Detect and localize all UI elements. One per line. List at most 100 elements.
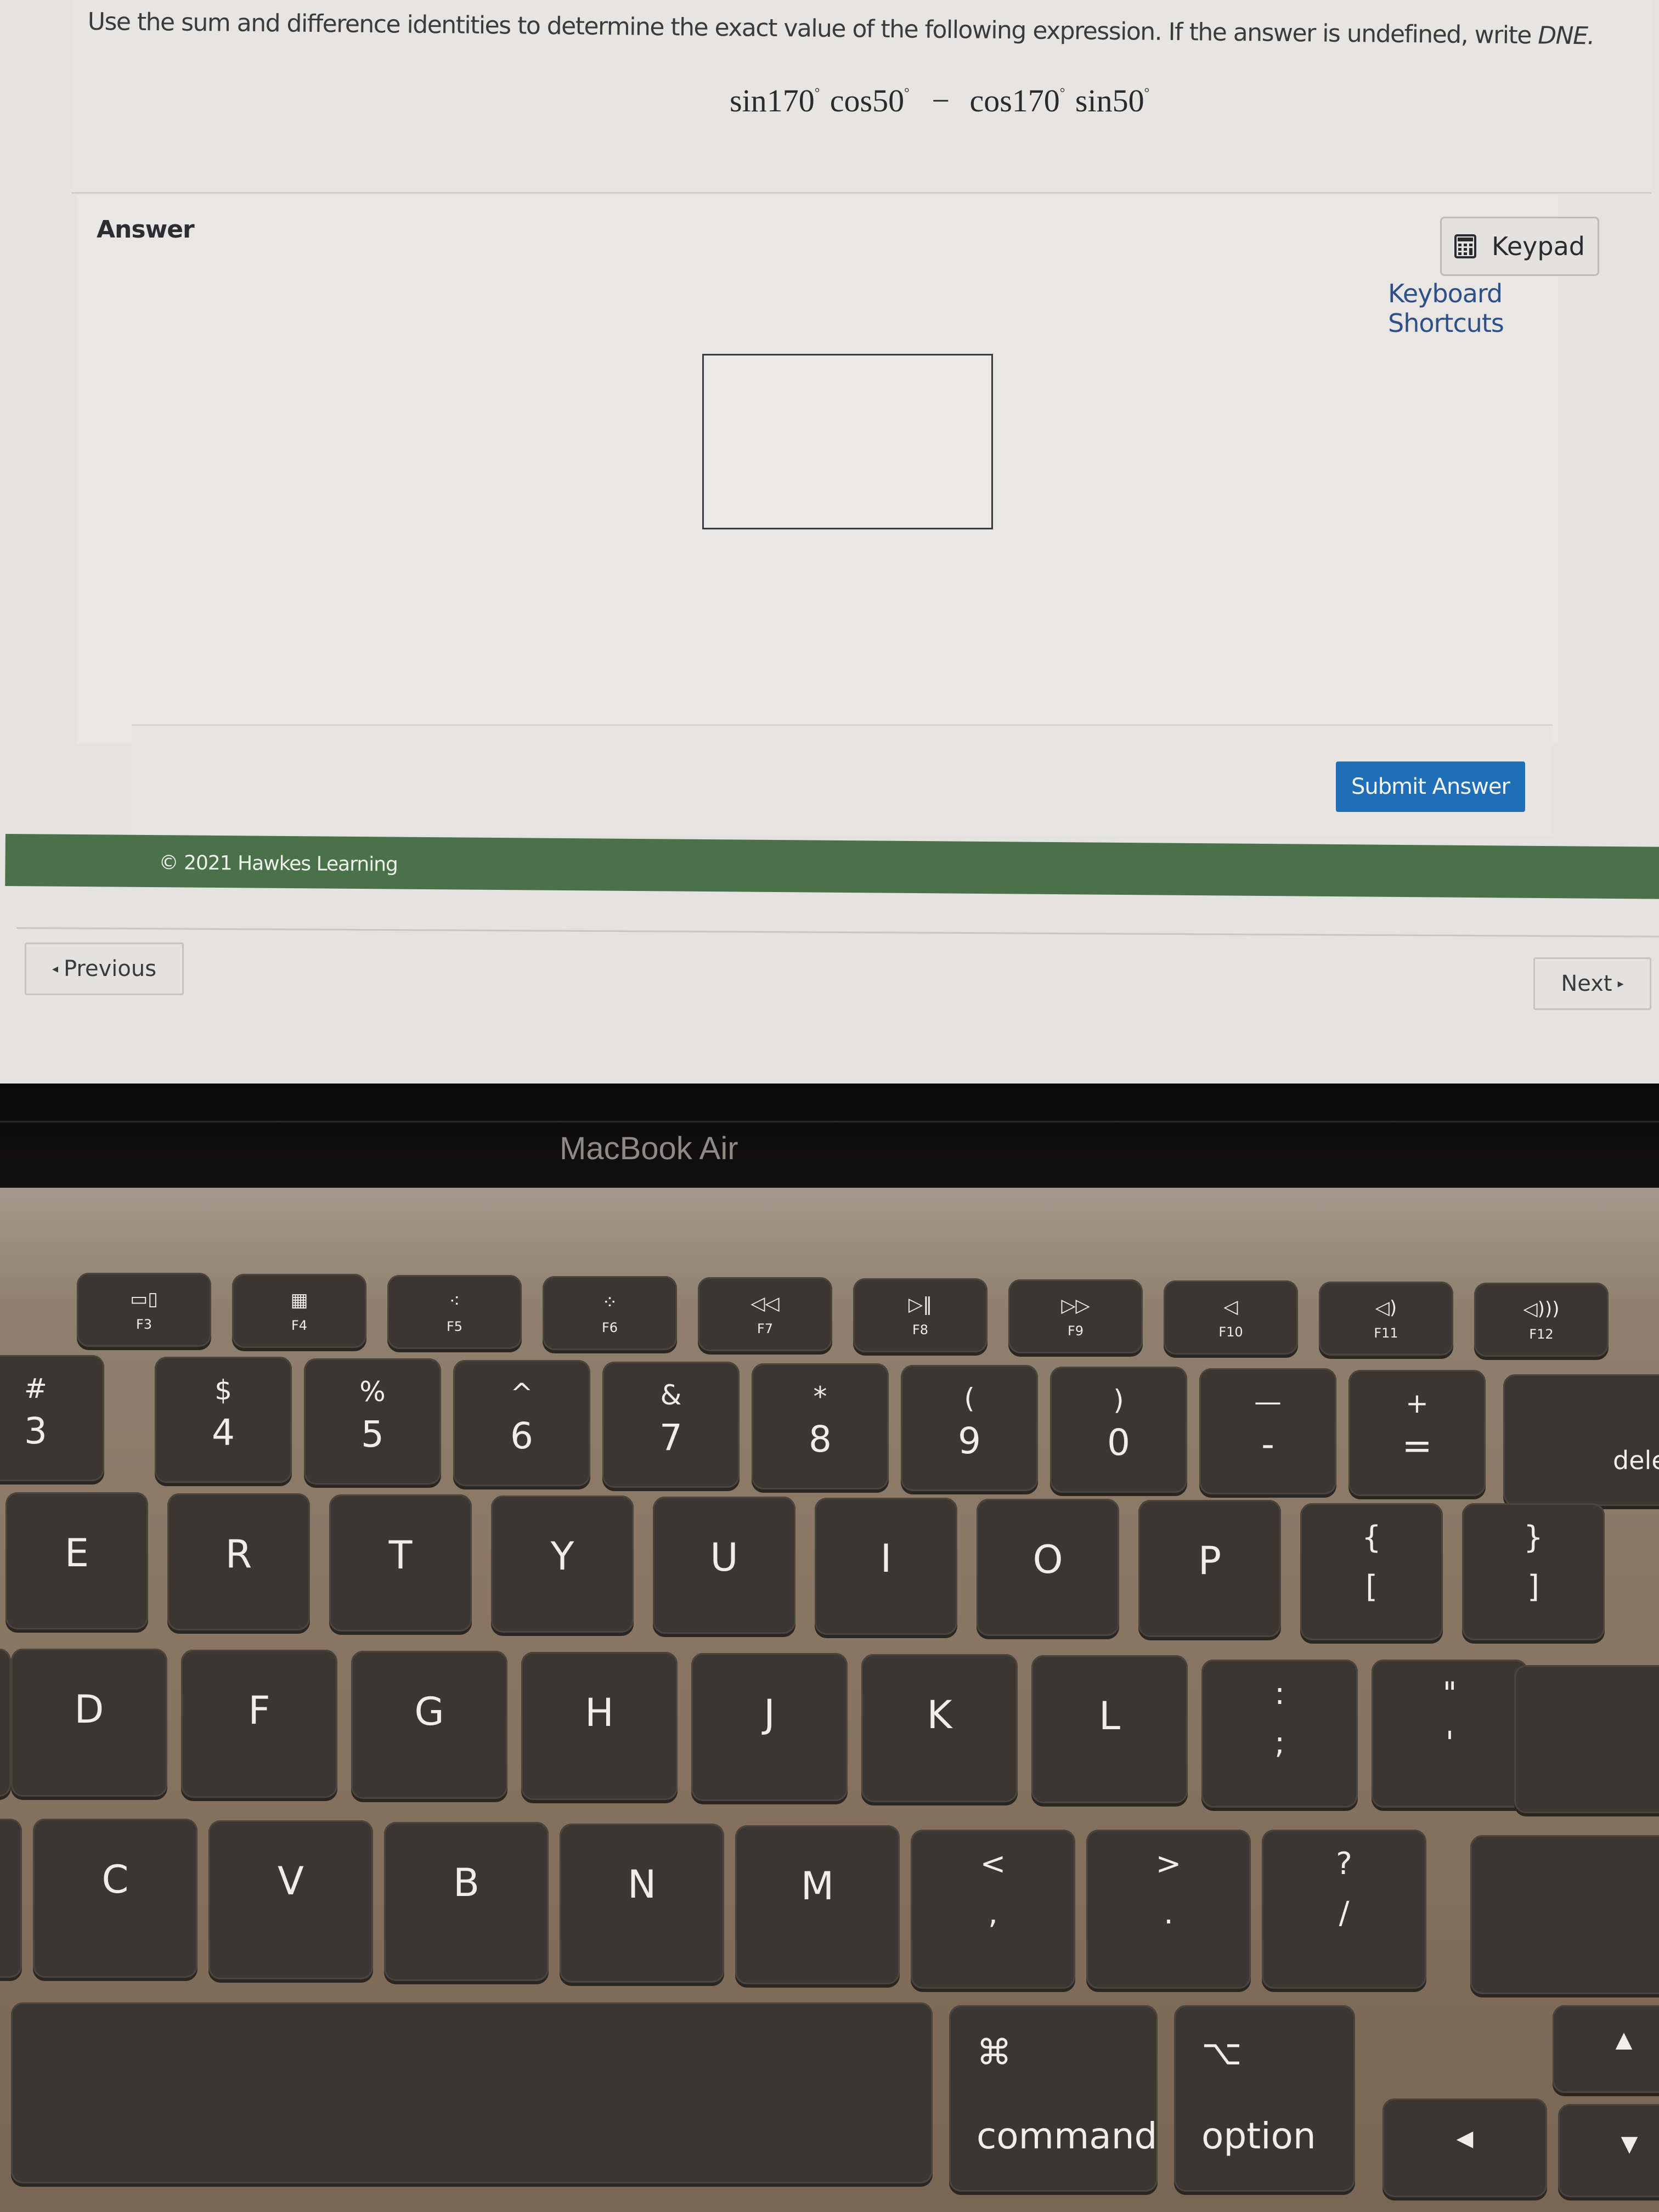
- key-main-symbol: /: [1339, 1895, 1350, 1931]
- key-y[interactable]: Y: [491, 1496, 634, 1633]
- key-n[interactable]: N: [560, 1824, 724, 1983]
- key-punct-home-1[interactable]: " ': [1372, 1660, 1528, 1808]
- key-delete[interactable]: dele: [1503, 1374, 1659, 1506]
- key-7[interactable]: & 7: [602, 1362, 740, 1488]
- key-0[interactable]: ) 0: [1050, 1367, 1187, 1493]
- key-punct-bottom-2[interactable]: ? /: [1262, 1830, 1426, 1989]
- key-bracket-0[interactable]: {[: [1300, 1503, 1443, 1640]
- expr-term1-func: sin: [730, 83, 767, 119]
- degree-symbol: °: [1059, 86, 1065, 100]
- key-f8[interactable]: ▷‖ F8: [853, 1278, 988, 1352]
- launchpad-icon: ▦: [290, 1289, 308, 1311]
- key-label: F8: [912, 1322, 929, 1338]
- next-button[interactable]: Next ▸: [1533, 957, 1651, 1010]
- submit-row: Submit Answer: [132, 724, 1553, 836]
- answer-label: Answer: [97, 216, 195, 244]
- key-p[interactable]: P: [1138, 1500, 1281, 1637]
- key-i[interactable]: I: [815, 1498, 957, 1635]
- key-punct-home-0[interactable]: :;: [1201, 1660, 1358, 1808]
- key-return[interactable]: [1514, 1665, 1659, 1813]
- key-punct-bottom-0[interactable]: <,: [911, 1830, 1075, 1989]
- key-8[interactable]: * 8: [752, 1363, 889, 1489]
- key-f7[interactable]: ◁◁ F7: [698, 1277, 832, 1351]
- key-letter: I: [880, 1536, 892, 1581]
- expr-term1-angle: 170: [766, 83, 815, 119]
- key-label: F12: [1529, 1327, 1554, 1342]
- previous-button[interactable]: ◂ Previous: [25, 943, 184, 995]
- key-f3[interactable]: ▭▯ F3: [77, 1273, 211, 1347]
- key-d[interactable]: D: [11, 1649, 167, 1797]
- key-main-symbol: .: [1164, 1895, 1173, 1931]
- key-3[interactable]: #3: [0, 1355, 104, 1481]
- key-f[interactable]: F: [181, 1650, 337, 1798]
- key-l[interactable]: L: [1031, 1655, 1188, 1803]
- key-f11[interactable]: ◁) F11: [1319, 1282, 1453, 1356]
- key-main-symbol: 9: [958, 1420, 981, 1462]
- key-v[interactable]: V: [208, 1820, 373, 1979]
- key-letter: G: [414, 1689, 444, 1734]
- key-f12[interactable]: ◁))) F12: [1474, 1283, 1609, 1357]
- key-right-shift[interactable]: [1470, 1835, 1659, 1994]
- key-main-symbol: 5: [361, 1413, 384, 1455]
- key-f4[interactable]: ▦ F4: [232, 1274, 366, 1348]
- key-5[interactable]: % 5: [304, 1358, 441, 1485]
- keyboard-shortcuts-link[interactable]: Keyboard Shortcuts: [1388, 279, 1558, 338]
- arrow-left-icon: ◀: [1456, 2126, 1474, 2151]
- key-shift-symbol: {: [1362, 1520, 1381, 1555]
- key-k[interactable]: K: [861, 1654, 1018, 1802]
- key-o[interactable]: O: [977, 1499, 1119, 1636]
- key-=[interactable]: + =: [1348, 1370, 1486, 1496]
- key-space[interactable]: [11, 2002, 933, 2183]
- key-letter: B: [453, 1860, 480, 1905]
- key-partial-left-1[interactable]: [0, 1649, 11, 1797]
- key-partial-left-2[interactable]: [0, 1819, 22, 1978]
- key-letter: E: [64, 1531, 89, 1576]
- key-arrow-down[interactable]: ▼: [1558, 2104, 1659, 2197]
- key-f5[interactable]: ⁖ F5: [387, 1275, 522, 1349]
- key-g[interactable]: G: [351, 1651, 507, 1799]
- key-m[interactable]: M: [735, 1825, 900, 1984]
- delete-label: dele: [1613, 1446, 1659, 1475]
- key-shift-symbol: &: [660, 1379, 682, 1411]
- expr-term4-func: sin: [1075, 83, 1113, 119]
- key-bracket-1[interactable]: }]: [1462, 1503, 1605, 1640]
- key-f10[interactable]: ◁ F10: [1164, 1280, 1298, 1355]
- key-label: F5: [446, 1319, 463, 1334]
- answer-input[interactable]: [702, 354, 993, 529]
- key-j[interactable]: J: [691, 1653, 848, 1801]
- footer-copyright: © 2021 Hawkes Learning: [159, 851, 398, 876]
- key-option[interactable]: ⌥ option: [1174, 2005, 1355, 2192]
- key-r[interactable]: R: [167, 1493, 310, 1630]
- key--[interactable]: — -: [1199, 1368, 1336, 1494]
- key-letter: D: [74, 1687, 104, 1732]
- key-shift-symbol: ?: [1336, 1846, 1352, 1882]
- key-command[interactable]: ⌘ command: [949, 2005, 1158, 2192]
- question-prompt-text: Use the sum and difference identities to…: [87, 8, 1538, 50]
- mission-control-icon: ▭▯: [130, 1288, 158, 1310]
- key-f6[interactable]: ⁘ F6: [543, 1276, 677, 1350]
- keypad-button[interactable]: Keypad: [1440, 217, 1599, 276]
- key-main-symbol: ': [1445, 1725, 1454, 1761]
- keyboard-deck: ▭▯ F3 ▦ F4 ⁖ F5 ⁘ F6 ◁◁ F7 ▷‖ F8 ▷▷ F9 ◁ F10 ◁) F11 ◁))) F1…: [0, 1188, 1659, 2212]
- key-6[interactable]: ^ 6: [453, 1360, 590, 1486]
- submit-answer-button[interactable]: Submit Answer: [1336, 761, 1525, 812]
- key-letter: O: [1032, 1537, 1063, 1582]
- key-main-symbol: =: [1402, 1425, 1432, 1467]
- key-punct-bottom-1[interactable]: >.: [1086, 1830, 1251, 1989]
- key-letter: K: [927, 1692, 952, 1737]
- key-t[interactable]: T: [329, 1494, 472, 1632]
- key-u[interactable]: U: [653, 1497, 795, 1634]
- math-expression: sin170° cos50° − cos170° sin50°: [730, 82, 1152, 119]
- key-f9[interactable]: ▷▷ F9: [1008, 1279, 1143, 1353]
- key-arrow-up[interactable]: ▲: [1553, 2005, 1659, 2093]
- key-shift-symbol: }: [1523, 1520, 1543, 1555]
- key-h[interactable]: H: [521, 1652, 678, 1800]
- expr-operator: −: [932, 83, 950, 119]
- key-b[interactable]: B: [384, 1822, 549, 1981]
- key-c[interactable]: C: [33, 1819, 198, 1978]
- key-arrow-left[interactable]: ◀: [1383, 2098, 1547, 2197]
- key-9[interactable]: (9: [901, 1365, 1038, 1491]
- caret-right-icon: ▸: [1617, 977, 1624, 991]
- key-e[interactable]: E: [5, 1492, 148, 1629]
- key-4[interactable]: $4: [155, 1357, 292, 1483]
